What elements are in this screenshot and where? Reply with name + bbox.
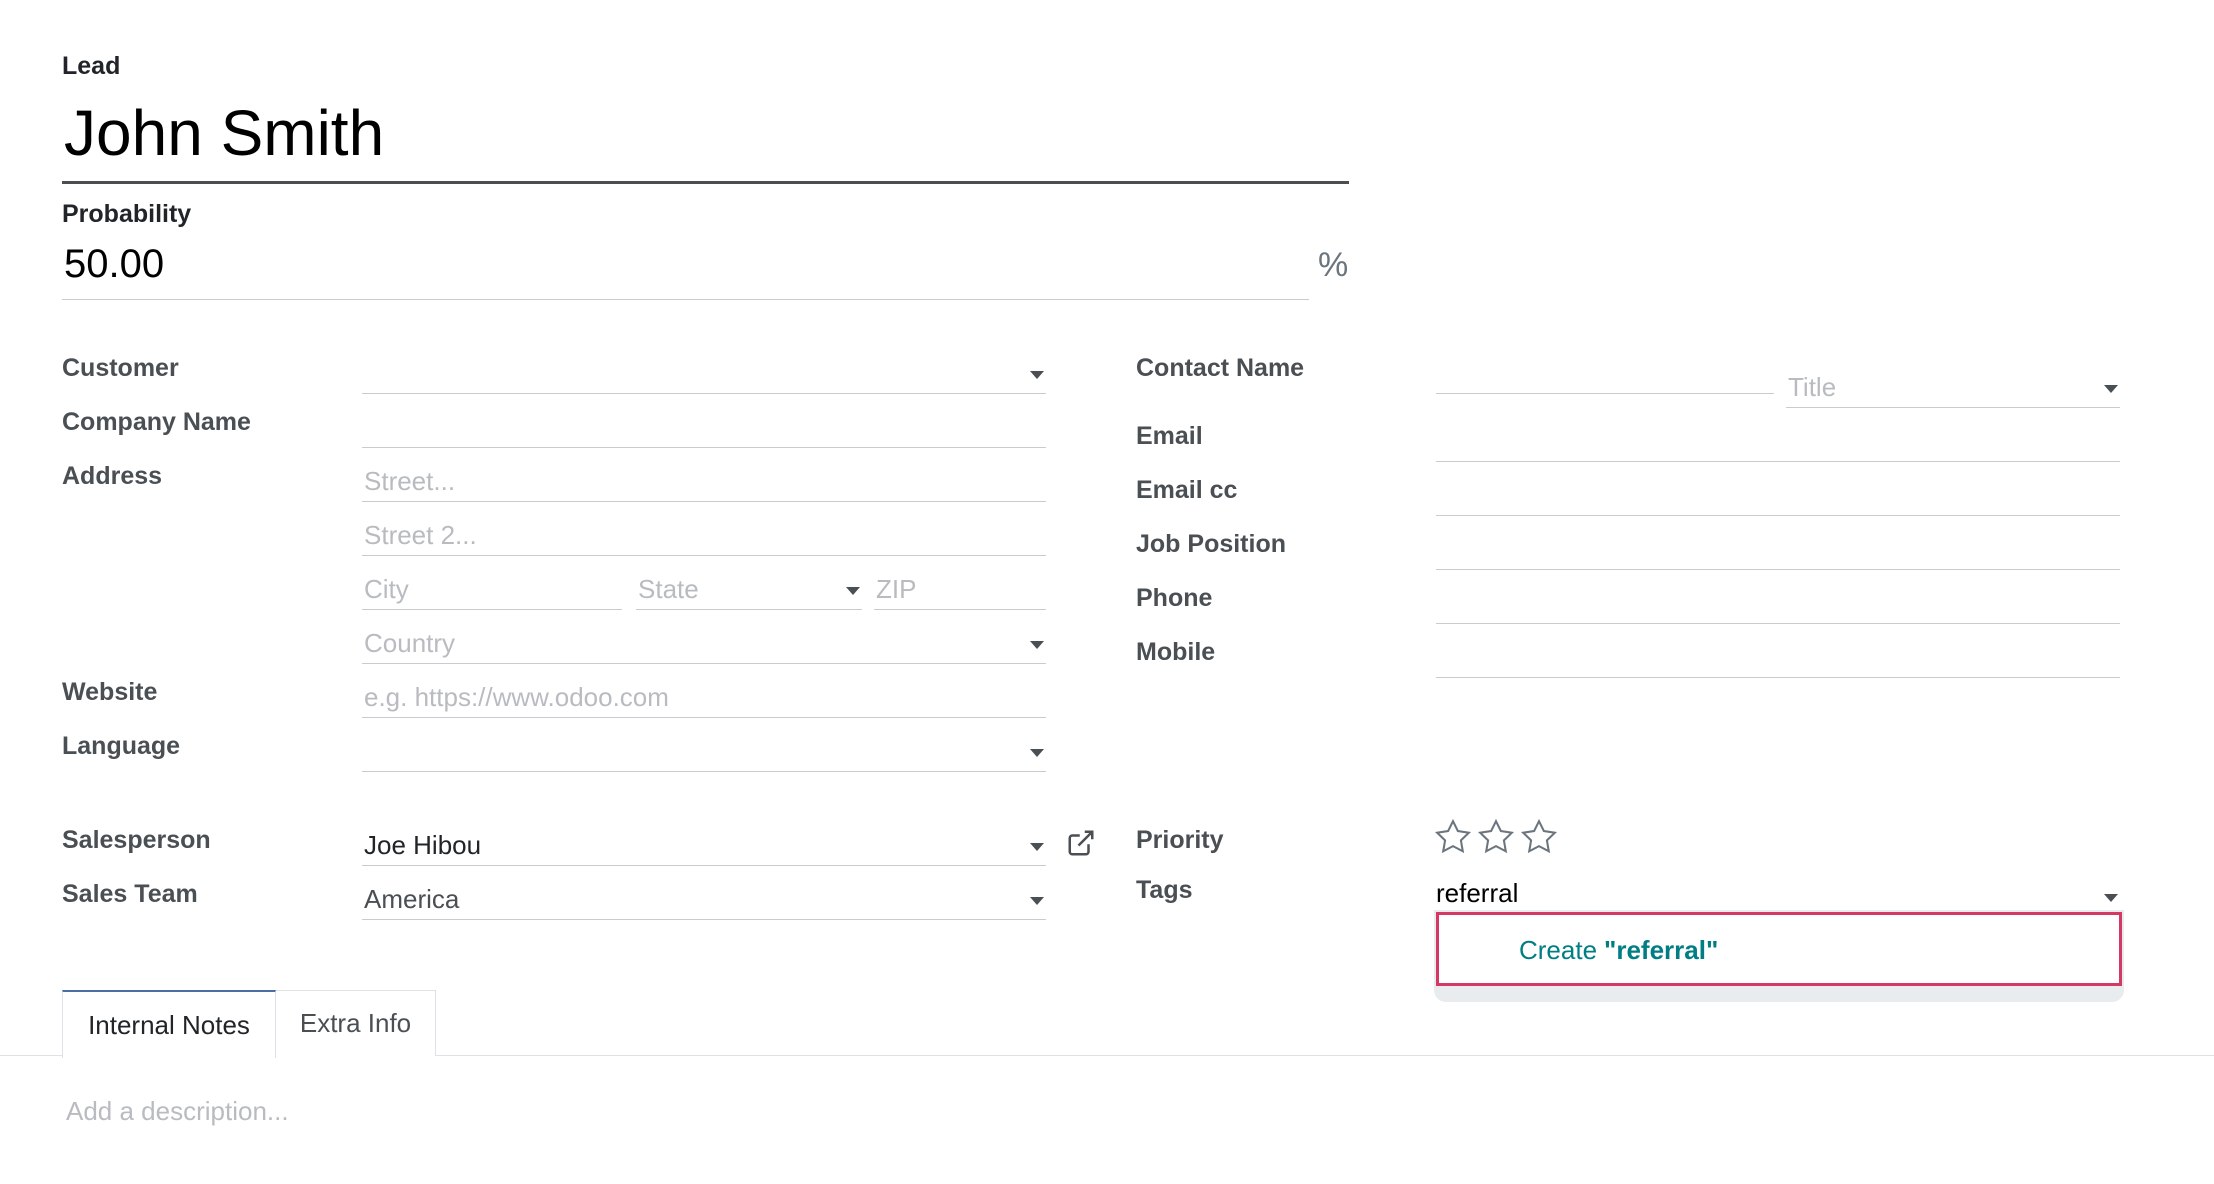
caret-down-icon [2104,894,2118,902]
star-icon[interactable] [1477,818,1515,856]
sales-team-label: Sales Team [62,880,198,908]
tab-extra-info-label: Extra Info [299,1008,412,1038]
mobile-input[interactable] [1436,636,2120,678]
create-tag-option[interactable]: Create "referral" [1436,912,2122,986]
customer-select[interactable] [362,352,1046,394]
email-cc-input[interactable] [1436,474,2120,516]
create-tag-value: "referral" [1604,935,1719,965]
state-placeholder: State [638,574,699,604]
job-position-label: Job Position [1136,530,1286,558]
website-input[interactable]: e.g. https://www.odoo.com [362,676,1046,718]
language-label: Language [62,732,181,760]
country-placeholder: Country [364,628,456,658]
salesperson-select[interactable]: Joe Hibou [362,824,1046,866]
caret-down-icon [1030,749,1044,757]
contact-name-input[interactable] [1436,352,1774,394]
caret-down-icon [2104,385,2118,393]
salesperson-label: Salesperson [62,826,211,854]
caret-down-icon [1030,641,1044,649]
caret-down-icon [1030,897,1044,905]
address-label: Address [62,462,163,490]
lead-name-value: John Smith [64,97,385,169]
street-placeholder: Street... [364,466,456,496]
caret-down-icon [846,587,860,595]
star-icon[interactable] [1434,818,1472,856]
caret-down-icon [1030,843,1044,851]
probability-value: 50.00 [64,242,165,286]
title-select[interactable]: Title [1786,366,2120,408]
phone-label: Phone [1136,584,1213,612]
email-input[interactable] [1436,420,2120,462]
sales-team-value: America [364,884,460,914]
zip-input[interactable]: ZIP [874,568,1046,610]
company-name-label: Company Name [62,408,251,436]
percent-sign: % [1318,246,1349,284]
email-cc-label: Email cc [1136,476,1238,504]
star-icon[interactable] [1520,818,1558,856]
phone-input[interactable] [1436,582,2120,624]
city-input[interactable]: City [362,568,622,610]
description-placeholder: Add a description... [66,1096,289,1126]
email-label: Email [1136,422,1203,450]
caret-down-icon [1030,371,1044,379]
tab-internal-notes-label: Internal Notes [88,1009,250,1040]
probability-input[interactable]: 50.00 [62,236,1309,300]
create-tag-prefix: Create [1519,935,1605,965]
salesperson-value: Joe Hibou [364,830,482,860]
job-position-input[interactable] [1436,528,2120,570]
tags-label: Tags [1136,876,1193,904]
customer-label: Customer [62,354,179,382]
mobile-label: Mobile [1136,638,1216,666]
website-placeholder: e.g. https://www.odoo.com [364,682,669,712]
company-name-input[interactable] [362,406,1046,448]
zip-placeholder: ZIP [876,574,917,604]
tags-input[interactable]: referral [1436,870,2120,914]
lead-name-field[interactable]: John Smith [62,92,1349,184]
city-placeholder: City [364,574,409,604]
contact-name-label: Contact Name [1136,354,1305,382]
street-input[interactable]: Street... [362,460,1046,502]
country-select[interactable]: Country [362,622,1046,664]
lead-label: Lead [62,52,121,80]
tab-extra-info[interactable]: Extra Info [276,990,436,1056]
street2-placeholder: Street 2... [364,520,477,550]
tab-internal-notes[interactable]: Internal Notes [62,990,276,1058]
title-placeholder: Title [1788,372,1837,402]
priority-label: Priority [1136,826,1224,854]
street2-input[interactable]: Street 2... [362,514,1046,556]
language-select[interactable] [362,730,1046,772]
probability-label: Probability [62,200,192,228]
website-label: Website [62,678,158,706]
sales-team-select[interactable]: America [362,878,1046,920]
description-textarea[interactable]: Add a description... [62,1080,2152,1140]
external-link-icon[interactable] [1066,828,1096,858]
state-select[interactable]: State [636,568,862,610]
tags-input-value: referral [1436,878,1519,908]
